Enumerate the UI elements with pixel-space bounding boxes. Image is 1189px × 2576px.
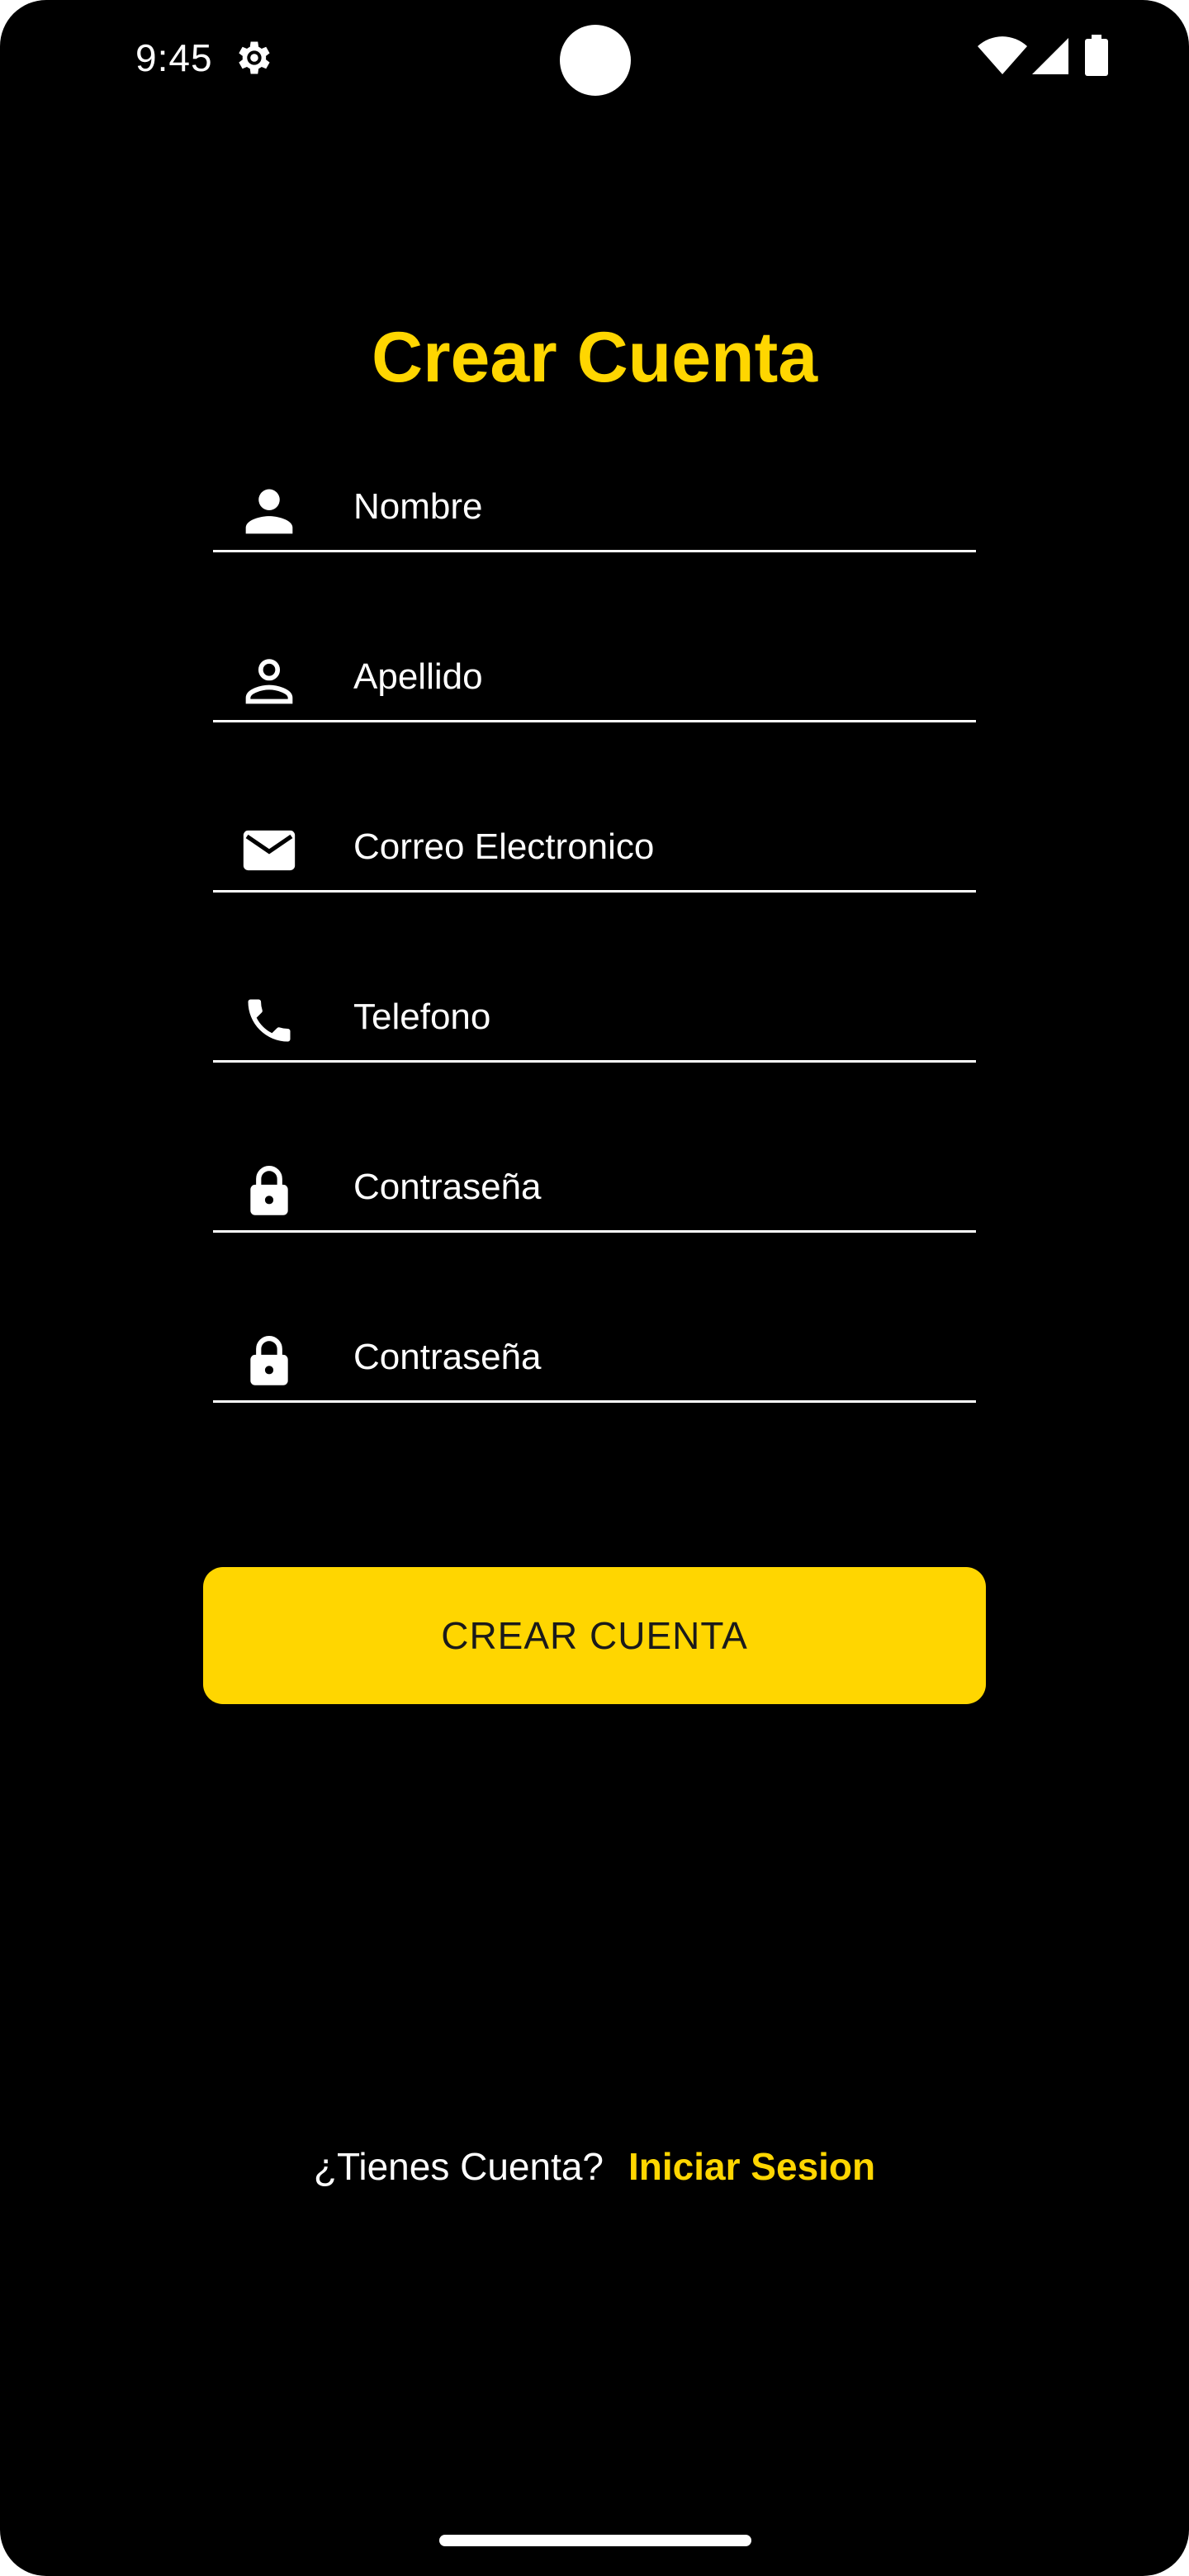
create-account-button[interactable]: CREAR CUENTA <box>203 1567 986 1704</box>
confirm-password-input[interactable] <box>353 1328 964 1387</box>
status-time: 9:45 <box>135 36 213 79</box>
phone-screen: 9:45 Crear Cuenta Nombre Apellido Correo… <box>0 0 1189 2576</box>
wifi-icon <box>978 36 1027 74</box>
login-prompt: ¿Tienes Cuenta? Iniciar Sesion <box>0 2142 1189 2191</box>
password-field[interactable] <box>213 1139 976 1233</box>
apellido-field[interactable] <box>213 629 976 722</box>
password-input[interactable] <box>353 1158 964 1217</box>
person-outline-icon <box>245 659 293 704</box>
nombre-input[interactable] <box>353 477 964 537</box>
person-icon <box>245 489 293 534</box>
telefono-field[interactable] <box>213 969 976 1063</box>
email-input[interactable] <box>353 817 964 877</box>
battery-icon <box>1085 35 1108 76</box>
phone-icon <box>248 999 291 1042</box>
gear-icon <box>239 41 270 74</box>
login-link[interactable]: Iniciar Sesion <box>628 2145 875 2188</box>
telefono-input[interactable] <box>353 987 964 1047</box>
page-title: Crear Cuenta <box>371 318 818 397</box>
lock-icon <box>250 1165 288 1215</box>
login-question: ¿Tienes Cuenta? <box>313 2145 604 2188</box>
nombre-field[interactable] <box>213 459 976 552</box>
mail-icon <box>243 830 296 871</box>
confirm-password-field[interactable] <box>213 1309 976 1403</box>
email-field[interactable] <box>213 799 976 893</box>
camera-cutout <box>560 25 631 96</box>
lock-icon <box>250 1335 288 1385</box>
home-indicator[interactable] <box>439 2535 751 2546</box>
apellido-input[interactable] <box>353 647 964 707</box>
signal-icon <box>1032 38 1068 74</box>
